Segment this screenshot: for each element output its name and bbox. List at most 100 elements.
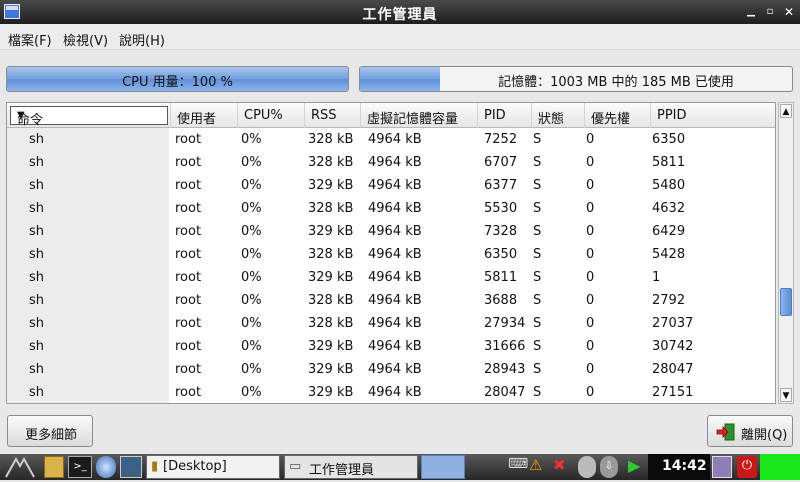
warning-icon[interactable]: ⚠ [529, 456, 547, 478]
table-cell: 0% [241, 293, 262, 308]
table-cell: root [175, 201, 202, 216]
table-cell: 4964 kB [368, 316, 422, 331]
chevron-down-icon: ▼ [17, 110, 25, 121]
taskbar-taskmgr-label: 工作管理員 [309, 463, 375, 478]
table-cell: sh [29, 201, 45, 216]
taskbar-button-task-manager[interactable]: ▭ 工作管理員 [284, 455, 418, 479]
table-cell: S [533, 247, 542, 262]
scrollbar-thumb[interactable] [780, 288, 792, 316]
table-row[interactable]: sh root 0% 329 kB 4964 kB 28943 S 0 28047 [7, 359, 775, 382]
table-cell: 4964 kB [368, 293, 422, 308]
table-row[interactable]: sh root 0% 329 kB 4964 kB 6377 S 0 5480 [7, 175, 775, 198]
table-cell: S [533, 155, 542, 170]
table-cell: 0% [241, 132, 262, 147]
column-header-rss[interactable]: RSS [305, 103, 361, 128]
table-cell: 0% [241, 224, 262, 239]
table-row[interactable]: sh root 0% 328 kB 4964 kB 7252 S 0 6350 [7, 129, 775, 152]
table-row[interactable]: sh root 0% 328 kB 4964 kB 6350 S 0 5428 [7, 244, 775, 267]
table-row[interactable]: sh root 0% 329 kB 4964 kB 31666 S 0 30742 [7, 336, 775, 359]
close-icon[interactable]: ✕ [782, 5, 796, 19]
table-cell: 27934 [484, 316, 526, 331]
table-cell: 0 [586, 178, 595, 193]
menu-file[interactable]: 檔案(F) [8, 30, 52, 49]
table-cell: 4964 kB [368, 247, 422, 262]
command-column-select[interactable]: 命令 ▼ [10, 106, 168, 128]
table-cell: S [533, 270, 542, 285]
clock: 14:42 [662, 458, 707, 474]
network-disconnected-icon[interactable]: ✖ [553, 456, 573, 478]
table-row[interactable]: sh root 0% 329 kB 4964 kB 5811 S 0 1 [7, 267, 775, 290]
column-header-virtual-memory[interactable]: 虛擬記憶體容量 [361, 103, 478, 128]
table-row[interactable]: sh root 0% 328 kB 4964 kB 5530 S 0 4632 [7, 198, 775, 221]
scroll-up-icon[interactable]: ▲ [780, 104, 792, 118]
table-cell: 5428 [652, 247, 686, 262]
table-cell: sh [29, 339, 45, 354]
table-cell: 27037 [652, 316, 694, 331]
play-icon[interactable]: ▶ [628, 456, 644, 478]
column-header-priority[interactable]: 優先權 [585, 103, 651, 128]
workspace-pager[interactable] [421, 455, 465, 479]
menu-view[interactable]: 檢視(V) [63, 30, 108, 49]
table-cell: 0 [586, 362, 595, 377]
table-row[interactable]: sh root 0% 328 kB 4964 kB 3688 S 0 2792 [7, 290, 775, 313]
table-cell: 329 kB [308, 270, 354, 285]
power-icon[interactable]: ⏻ [737, 456, 757, 478]
table-cell: 328 kB [308, 201, 354, 216]
file-manager-icon[interactable] [44, 456, 64, 478]
column-header-cpu[interactable]: CPU% [238, 103, 305, 128]
table-cell: 0 [586, 132, 595, 147]
table-cell: 0% [241, 201, 262, 216]
download-icon[interactable]: ⇩ [600, 456, 618, 478]
table-cell: 6377 [484, 178, 518, 193]
folder-icon: ▮ [151, 459, 159, 474]
table-cell: 4632 [652, 201, 686, 216]
start-menu-icon[interactable] [2, 456, 38, 478]
table-cell: 0 [586, 339, 595, 354]
table-cell: sh [29, 178, 45, 193]
update-icon[interactable] [578, 456, 596, 478]
table-cell: 328 kB [308, 155, 354, 170]
table-cell: 0 [586, 293, 595, 308]
column-header-ppid[interactable]: PPID [651, 103, 775, 128]
scroll-down-icon[interactable]: ▼ [780, 388, 792, 402]
quit-button[interactable]: 離開(Q) [707, 415, 793, 447]
table-row[interactable]: sh root 0% 328 kB 4964 kB 6707 S 0 5811 [7, 152, 775, 175]
table-cell: sh [29, 247, 45, 262]
table-cell: root [175, 339, 202, 354]
table-row[interactable]: sh root 0% 328 kB 4964 kB 27934 S 0 27037 [7, 313, 775, 336]
table-cell: S [533, 339, 542, 354]
table-cell: 328 kB [308, 293, 354, 308]
minimize-icon[interactable]: ▁ [744, 5, 758, 19]
table-cell: 0% [241, 316, 262, 331]
table-cell: S [533, 316, 542, 331]
table-cell: 4964 kB [368, 270, 422, 285]
table-cell: 28047 [484, 385, 526, 400]
column-header-state[interactable]: 狀態 [532, 103, 585, 128]
table-cell: 0 [586, 224, 595, 239]
table-cell: sh [29, 270, 45, 285]
keyboard-icon[interactable]: ⌨ [508, 456, 528, 478]
taskbar: >_ ▮ [Desktop] ▭ 工作管理員 ⌨ ⚠ ✖ ⇩ ▶ 14:42 ⏻ [0, 454, 800, 480]
table-cell: 329 kB [308, 224, 354, 239]
table-cell: root [175, 385, 202, 400]
web-browser-icon[interactable] [96, 456, 116, 478]
menu-help[interactable]: 說明(H) [119, 30, 165, 49]
table-cell: S [533, 293, 542, 308]
maximize-icon[interactable]: ▫ [763, 5, 777, 19]
more-details-button[interactable]: 更多細節 [7, 415, 93, 447]
lock-screen-icon[interactable] [712, 456, 732, 478]
column-header-user[interactable]: 使用者 [171, 103, 238, 128]
taskbar-button-desktop[interactable]: ▮ [Desktop] [146, 455, 280, 479]
desktop-show-icon[interactable] [120, 456, 142, 478]
column-header-pid[interactable]: PID [478, 103, 532, 128]
vertical-scrollbar[interactable]: ▲ ▼ [778, 102, 794, 404]
table-row[interactable]: sh root 0% 329 kB 4964 kB 28047 S 0 27151 [7, 382, 775, 403]
table-cell: 4964 kB [368, 362, 422, 377]
table-cell: 28047 [652, 362, 694, 377]
terminal-icon[interactable]: >_ [68, 456, 92, 478]
table-cell: 0 [586, 270, 595, 285]
clock-panel: 14:42 [648, 454, 710, 480]
menu-bar: 檔案(F) 檢視(V) 說明(H) [0, 24, 800, 50]
table-row[interactable]: sh root 0% 329 kB 4964 kB 7328 S 0 6429 [7, 221, 775, 244]
table-cell: 3688 [484, 293, 518, 308]
